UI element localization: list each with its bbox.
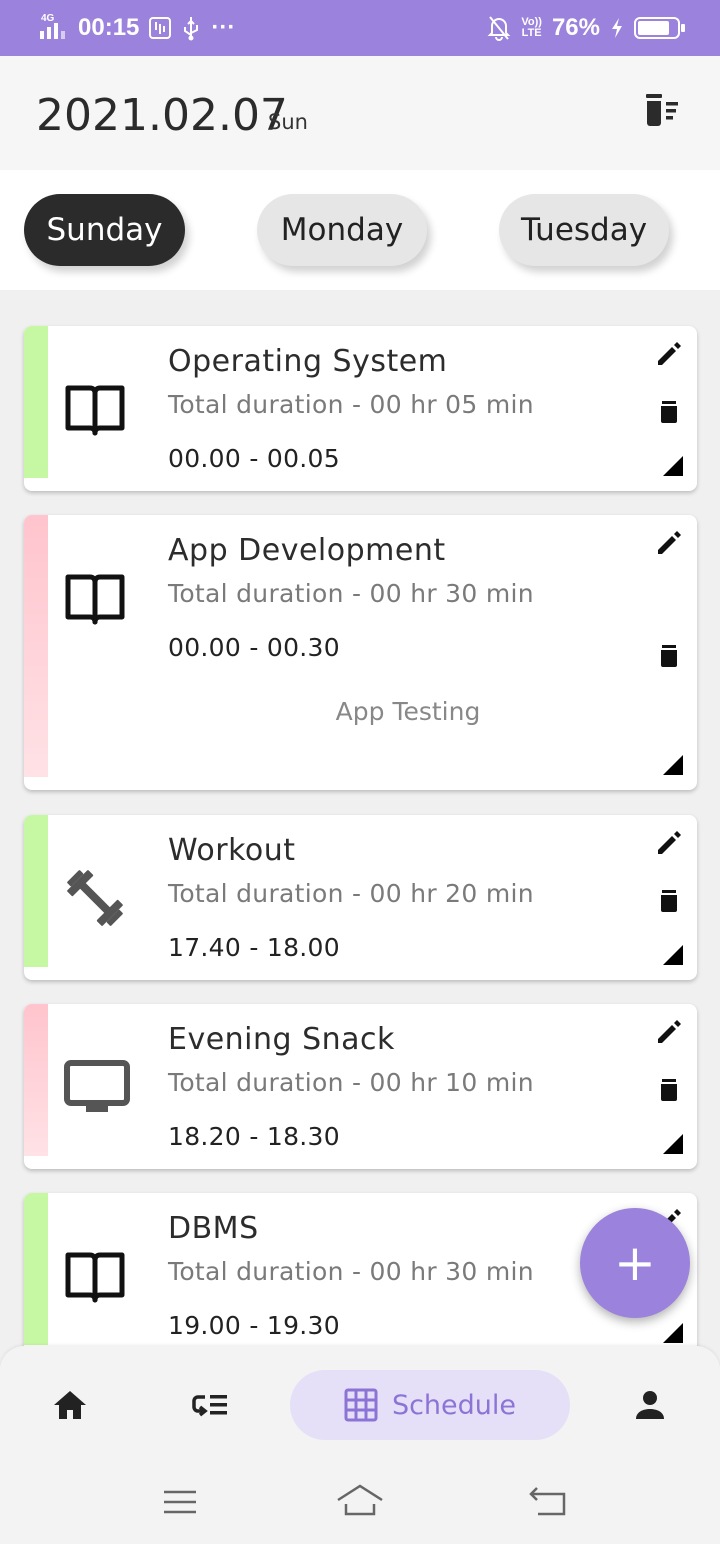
charging-icon [612, 18, 622, 38]
tab-tuesday[interactable]: Tuesday [499, 194, 669, 266]
card-title: Operating System [168, 344, 448, 379]
volte-indicator: Vo)) LTE [521, 16, 542, 39]
card-time-range: 17.40 - 18.00 [168, 933, 340, 962]
menu-icon[interactable] [160, 1482, 200, 1522]
edit-icon[interactable] [655, 529, 683, 557]
status-bar: 4G 00:15 ··· Vo)) LTE 76% [0, 0, 720, 56]
card-duration: Total duration - 00 hr 30 min [168, 1257, 534, 1286]
card-time-range: 18.20 - 18.30 [168, 1122, 340, 1151]
mute-bell-icon [487, 16, 511, 41]
usb-debug-icon [149, 17, 172, 39]
dumbbell-icon [67, 870, 123, 926]
delete-icon[interactable] [655, 642, 683, 670]
book-icon [65, 574, 125, 625]
expand-corner-icon[interactable] [663, 945, 683, 965]
schedule-card[interactable]: Operating System Total duration - 00 hr … [24, 326, 697, 491]
card-duration: Total duration - 00 hr 20 min [168, 879, 534, 908]
nav-profile[interactable] [620, 1370, 680, 1440]
monitor-icon [64, 1060, 130, 1112]
profile-icon [636, 1391, 664, 1419]
card-time-range: 19.00 - 19.30 [168, 1311, 340, 1340]
card-duration: Total duration - 00 hr 30 min [168, 579, 534, 608]
category-stripe [24, 326, 48, 478]
card-title: Workout [168, 833, 296, 868]
edit-icon[interactable] [655, 829, 683, 857]
card-duration: Total duration - 00 hr 05 min [168, 390, 534, 419]
schedule-list: Operating System Total duration - 00 hr … [0, 290, 720, 1346]
card-title: Evening Snack [168, 1022, 395, 1057]
current-date: 2021.02.07 [36, 90, 288, 141]
current-weekday: Sun [268, 110, 308, 134]
nav-schedule-label: Schedule [391, 1389, 517, 1421]
schedule-card[interactable]: App Development Total duration - 00 hr 3… [24, 515, 697, 790]
delete-icon[interactable] [655, 1076, 683, 1104]
day-tabs: Sunday Monday Tuesday [0, 170, 720, 290]
battery-icon [634, 17, 685, 39]
tab-monday[interactable]: Monday [257, 194, 427, 266]
nav-schedule[interactable]: Schedule [290, 1370, 570, 1440]
home-icon [54, 1391, 86, 1419]
expand-corner-icon[interactable] [663, 456, 683, 476]
nav-tasks[interactable] [180, 1370, 240, 1440]
card-title: App Development [168, 533, 446, 568]
category-stripe [24, 815, 48, 967]
schedule-card[interactable]: Evening Snack Total duration - 00 hr 10 … [24, 1004, 697, 1169]
tab-sunday[interactable]: Sunday [24, 194, 185, 266]
expand-corner-icon[interactable] [663, 755, 683, 775]
signal-icon: 4G [38, 13, 68, 43]
system-navigation-bar [0, 1458, 720, 1544]
delete-icon[interactable] [655, 398, 683, 426]
card-note: App Testing [335, 697, 481, 726]
edit-icon[interactable] [655, 1018, 683, 1046]
back-icon[interactable] [528, 1482, 568, 1522]
app-header: 2021.02.07 Sun [0, 56, 720, 170]
expand-corner-icon[interactable] [663, 1134, 683, 1154]
task-list-icon [192, 1395, 227, 1417]
network-type: 4G [41, 13, 55, 24]
clock: 00:15 [78, 14, 140, 41]
home-button-icon[interactable] [336, 1482, 384, 1522]
book-icon [65, 1252, 125, 1303]
book-icon [65, 385, 125, 436]
delete-icon[interactable] [655, 887, 683, 915]
usb-icon [184, 17, 199, 41]
category-stripe [24, 1004, 48, 1156]
schedule-card[interactable]: Workout Total duration - 00 hr 20 min 17… [24, 815, 697, 980]
edit-icon[interactable] [655, 340, 683, 368]
battery-percent: 76% [551, 14, 600, 41]
more-notifications: ··· [211, 14, 236, 41]
category-stripe [24, 1193, 48, 1345]
nav-home[interactable] [40, 1370, 100, 1440]
expand-corner-icon[interactable] [663, 1323, 683, 1343]
delete-sweep-icon[interactable] [644, 94, 684, 128]
add-schedule-button[interactable]: + [580, 1208, 690, 1318]
card-duration: Total duration - 00 hr 10 min [168, 1068, 534, 1097]
card-time-range: 00.00 - 00.30 [168, 633, 340, 662]
card-title: DBMS [168, 1211, 259, 1246]
category-stripe [24, 515, 48, 777]
bottom-navigation: Schedule [0, 1346, 720, 1458]
card-time-range: 00.00 - 00.05 [168, 444, 340, 473]
schedule-grid-icon [344, 1388, 378, 1422]
